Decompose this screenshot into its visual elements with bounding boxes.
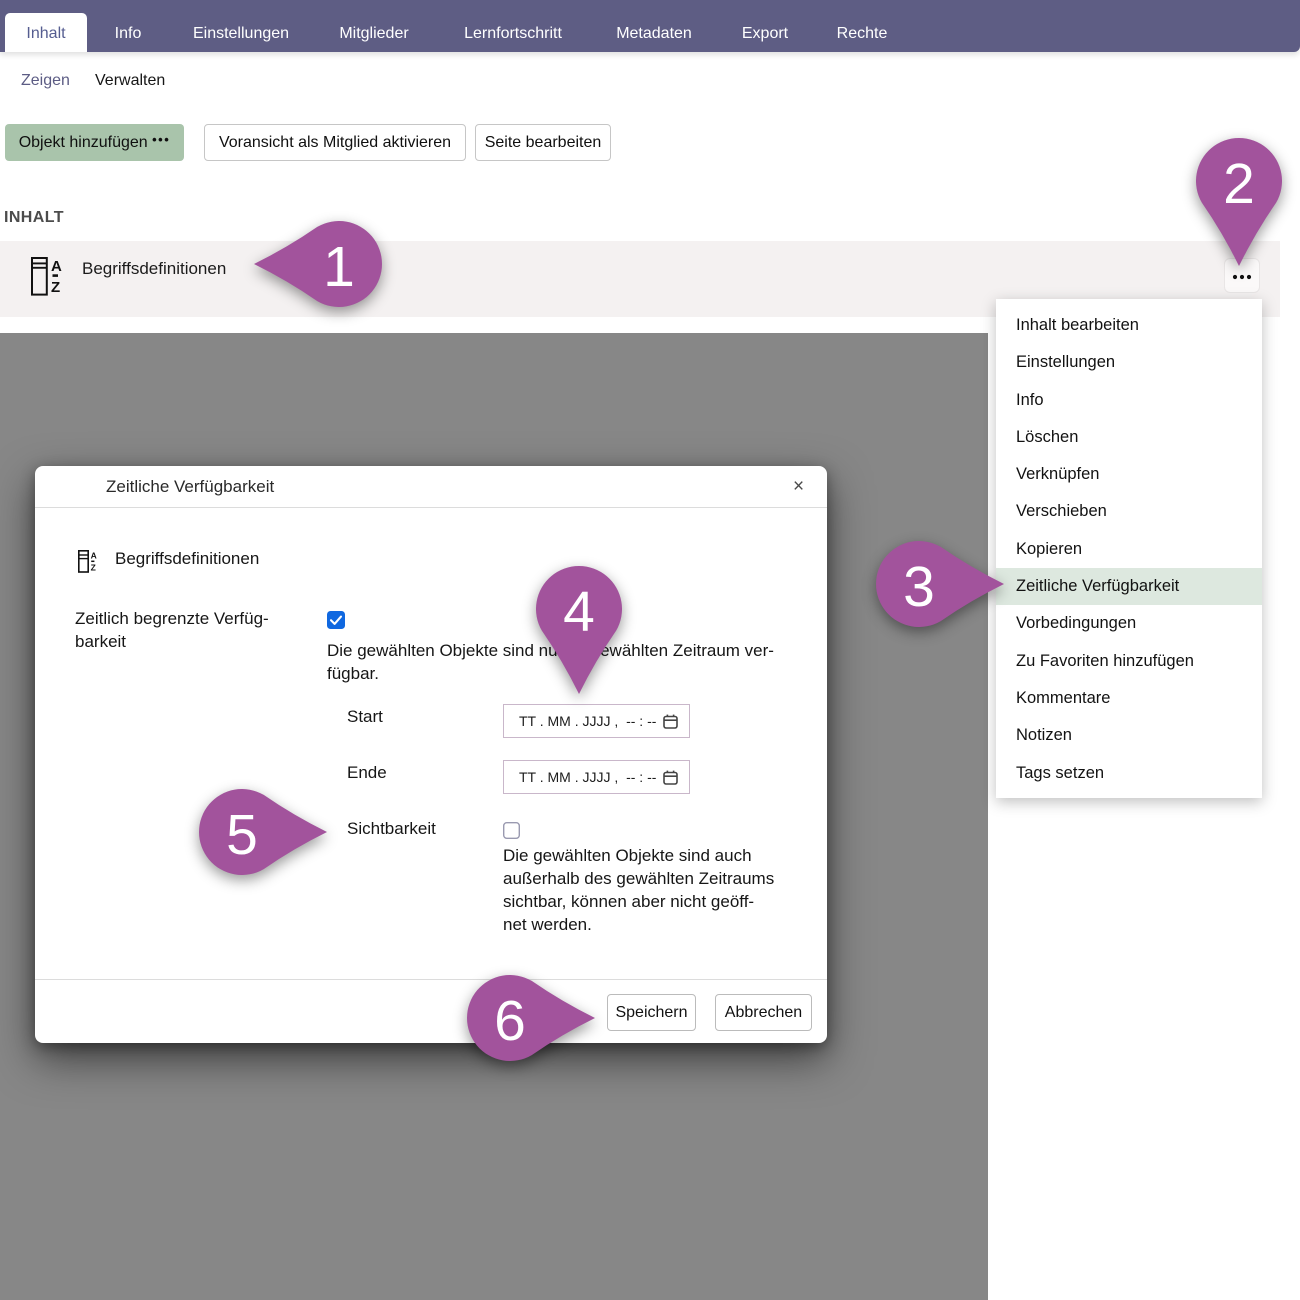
svg-text:Z: Z (91, 563, 96, 573)
svg-text:1: 1 (323, 235, 355, 299)
svg-text:4: 4 (563, 580, 595, 644)
svg-text:3: 3 (903, 555, 935, 619)
svg-text:2: 2 (1223, 152, 1255, 216)
svg-text:6: 6 (494, 989, 526, 1053)
svg-text:A: A (91, 551, 97, 561)
svg-text:Z: Z (51, 279, 60, 296)
svg-text:A: A (51, 258, 62, 275)
svg-text:5: 5 (226, 803, 258, 867)
